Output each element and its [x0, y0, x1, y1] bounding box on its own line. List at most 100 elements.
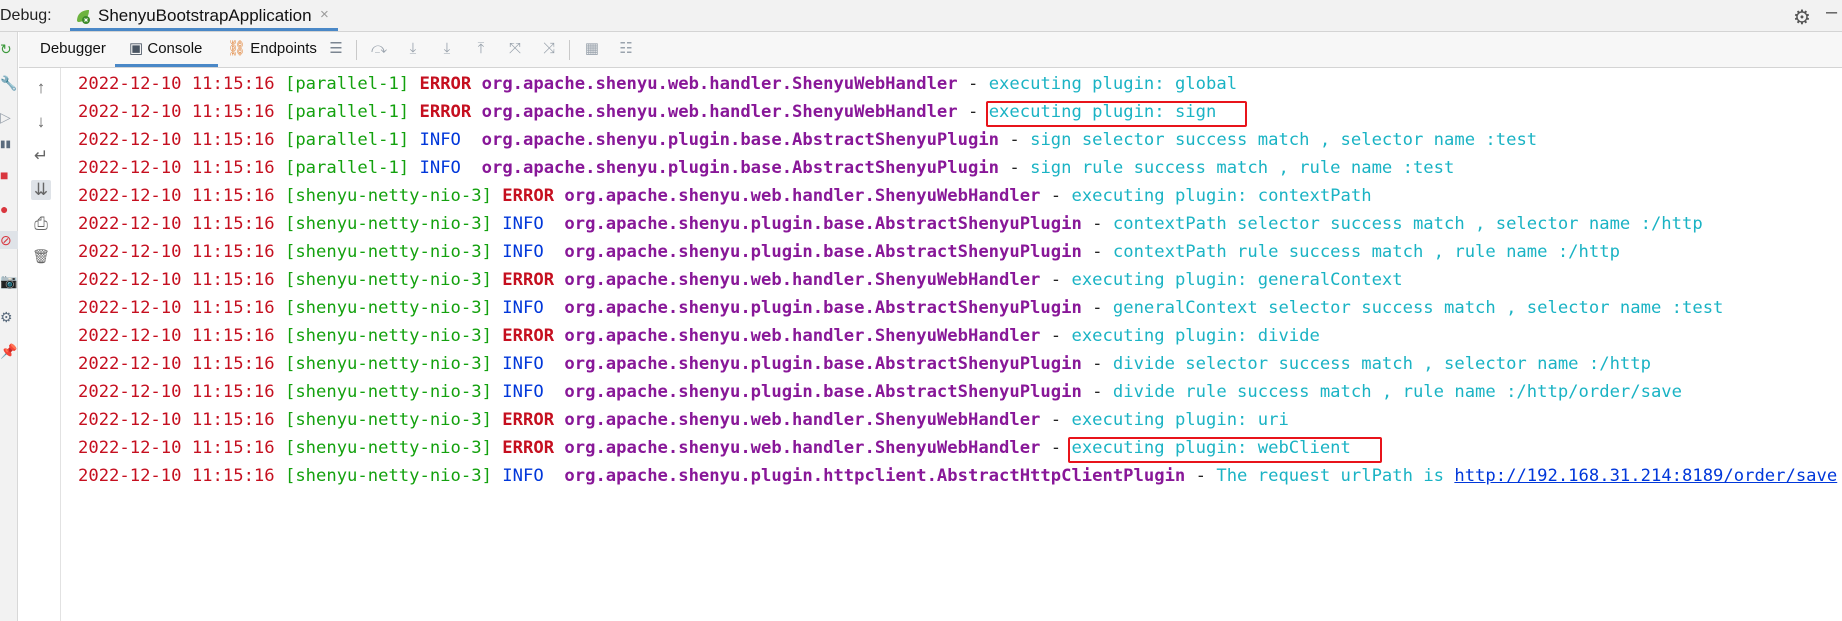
log-thread: [parallel-1] [284, 102, 410, 122]
log-timestamp: 2022-12-10 11:15:16 [78, 130, 275, 150]
log-logger: org.apache.shenyu.web.handler.ShenyuWebH… [564, 326, 1041, 346]
log-line: 2022-12-10 11:15:16 [shenyu-netty-nio-3]… [78, 294, 1723, 322]
tab-console[interactable]: ▣ Console [115, 32, 219, 67]
log-level: ERROR [419, 74, 472, 94]
log-level: INFO [502, 354, 555, 374]
log-thread: [shenyu-netty-nio-3] [284, 382, 492, 402]
log-timestamp: 2022-12-10 11:15:16 [78, 354, 275, 374]
log-thread: [shenyu-netty-nio-3] [284, 186, 492, 206]
log-separator: - [967, 102, 979, 122]
log-message: The request urlPath is [1216, 466, 1455, 486]
log-timestamp: 2022-12-10 11:15:16 [78, 102, 275, 122]
log-timestamp: 2022-12-10 11:15:16 [78, 74, 275, 94]
wrench-icon[interactable]: 🔧 [0, 74, 18, 92]
log-thread: [shenyu-netty-nio-3] [284, 466, 492, 486]
mute-breakpoints-icon[interactable]: ⊘ [0, 231, 18, 249]
step-over-icon[interactable]: ⤓ [404, 40, 422, 58]
step-into-icon[interactable]: ⤓ [438, 40, 456, 58]
layout-menu-icon[interactable]: ☰ [327, 40, 345, 58]
debug-label: Debug: [0, 7, 52, 24]
log-logger: org.apache.shenyu.plugin.base.AbstractSh… [481, 130, 1000, 150]
log-thread: [shenyu-netty-nio-3] [284, 242, 492, 262]
left-tool-strip: ↻ 🔧 ▷ ▮▮ ■ ● ⊘ 📷 ⚙ 📌 [0, 32, 18, 621]
log-thread: [parallel-1] [284, 158, 410, 178]
scroll-to-end-icon[interactable]: ⇊ [31, 180, 51, 200]
console-output[interactable]: 2022-12-10 11:15:16 [parallel-1] ERROR o… [78, 70, 1842, 621]
down-arrow-icon[interactable]: ↓ [31, 112, 51, 132]
log-thread: [parallel-1] [284, 130, 410, 150]
log-thread: [shenyu-netty-nio-3] [284, 326, 492, 346]
evaluate-expression-icon[interactable]: ▦ [583, 40, 601, 58]
log-timestamp: 2022-12-10 11:15:16 [78, 270, 275, 290]
log-logger: org.apache.shenyu.plugin.httpclient.Abst… [564, 466, 1186, 486]
log-thread: [shenyu-netty-nio-3] [284, 354, 492, 374]
log-timestamp: 2022-12-10 11:15:16 [78, 242, 275, 262]
log-line: 2022-12-10 11:15:16 [shenyu-netty-nio-3]… [78, 210, 1703, 238]
log-message: contextPath rule success match , rule na… [1112, 242, 1620, 262]
toolbar-separator [569, 40, 570, 60]
run-configuration-tab[interactable]: ShenyuBootstrapApplication × [70, 0, 338, 31]
log-logger: org.apache.shenyu.web.handler.ShenyuWebH… [481, 74, 958, 94]
log-timestamp: 2022-12-10 11:15:16 [78, 382, 275, 402]
log-thread: [parallel-1] [284, 74, 410, 94]
step-out-icon[interactable]: ⤒ [472, 40, 490, 58]
request-url-link[interactable]: http://192.168.31.214:8189/order/save [1454, 466, 1837, 486]
console-icon: ▣ [129, 40, 144, 57]
log-message: executing plugin: global [988, 74, 1238, 94]
toolbar-separator [356, 40, 357, 60]
log-line: 2022-12-10 11:15:16 [shenyu-netty-nio-3]… [78, 406, 1289, 434]
log-thread: [shenyu-netty-nio-3] [284, 214, 492, 234]
log-logger: org.apache.shenyu.web.handler.ShenyuWebH… [564, 438, 1041, 458]
soft-wrap-icon[interactable]: ↵ [31, 146, 51, 166]
tab-endpoints-label: Endpoints [250, 40, 317, 57]
tab-endpoints[interactable]: ⛓ Endpoints [227, 32, 317, 67]
log-timestamp: 2022-12-10 11:15:16 [78, 298, 275, 318]
up-arrow-icon[interactable]: ↑ [31, 78, 51, 98]
print-icon[interactable]: ⎙ [31, 214, 51, 234]
log-line: 2022-12-10 11:15:16 [shenyu-netty-nio-3]… [78, 266, 1403, 294]
log-level: INFO [419, 158, 472, 178]
log-line: 2022-12-10 11:15:16 [shenyu-netty-nio-3]… [78, 182, 1372, 210]
tab-debugger[interactable]: Debugger [40, 32, 106, 67]
pin-icon[interactable]: 📌 [0, 342, 18, 360]
gear-icon[interactable]: ⚙ [1793, 5, 1811, 30]
pause-icon[interactable]: ▮▮ [0, 136, 18, 154]
log-line: 2022-12-10 11:15:16 [parallel-1] INFO or… [78, 154, 1454, 182]
settings-icon[interactable]: ⚙ [0, 308, 18, 326]
log-line: 2022-12-10 11:15:16 [shenyu-netty-nio-3]… [78, 350, 1651, 378]
trace-icon[interactable]: ☷ [617, 40, 635, 58]
log-line: 2022-12-10 11:15:16 [parallel-1] INFO or… [78, 126, 1537, 154]
log-level: ERROR [502, 438, 555, 458]
log-level: ERROR [419, 102, 472, 122]
tab-debugger-label: Debugger [40, 40, 106, 57]
log-separator: - [1009, 158, 1020, 178]
log-separator: - [1092, 298, 1103, 318]
stop-icon[interactable]: ■ [0, 166, 18, 184]
log-message: executing plugin: divide [1071, 326, 1320, 346]
log-logger: org.apache.shenyu.web.handler.ShenyuWebH… [481, 102, 958, 122]
log-separator: - [1092, 382, 1103, 402]
log-level: ERROR [502, 326, 555, 346]
show-execution-point-icon[interactable]: ⤼ [370, 40, 388, 58]
resume-icon[interactable]: ▷ [0, 108, 18, 126]
drop-frame-icon[interactable]: ⤧ [506, 40, 524, 58]
log-separator: - [1050, 438, 1062, 458]
camera-icon[interactable]: 📷 [0, 272, 18, 290]
log-message: sign selector success match , selector n… [1030, 130, 1538, 150]
breakpoints-icon[interactable]: ● [0, 200, 18, 218]
minimize-icon[interactable]: – [1826, 1, 1837, 24]
close-icon[interactable]: × [320, 6, 329, 23]
log-timestamp: 2022-12-10 11:15:16 [78, 186, 275, 206]
highlight-box [985, 101, 1248, 127]
rerun-icon[interactable]: ↻ [0, 40, 18, 58]
log-separator: - [1092, 214, 1103, 234]
clear-all-icon[interactable]: 🗑 [31, 246, 51, 266]
log-level: INFO [502, 242, 555, 262]
log-level: ERROR [502, 270, 555, 290]
log-level: INFO [502, 382, 555, 402]
log-separator: - [1092, 354, 1103, 374]
log-message: executing plugin: contextPath [1071, 186, 1372, 206]
debug-toolbar: Debugger ▣ Console ⛓ Endpoints ☰ ⤼ ⤓ ⤓ ⤒… [19, 32, 1842, 68]
log-level: ERROR [502, 186, 555, 206]
run-to-cursor-icon[interactable]: ⤨ [540, 40, 558, 58]
